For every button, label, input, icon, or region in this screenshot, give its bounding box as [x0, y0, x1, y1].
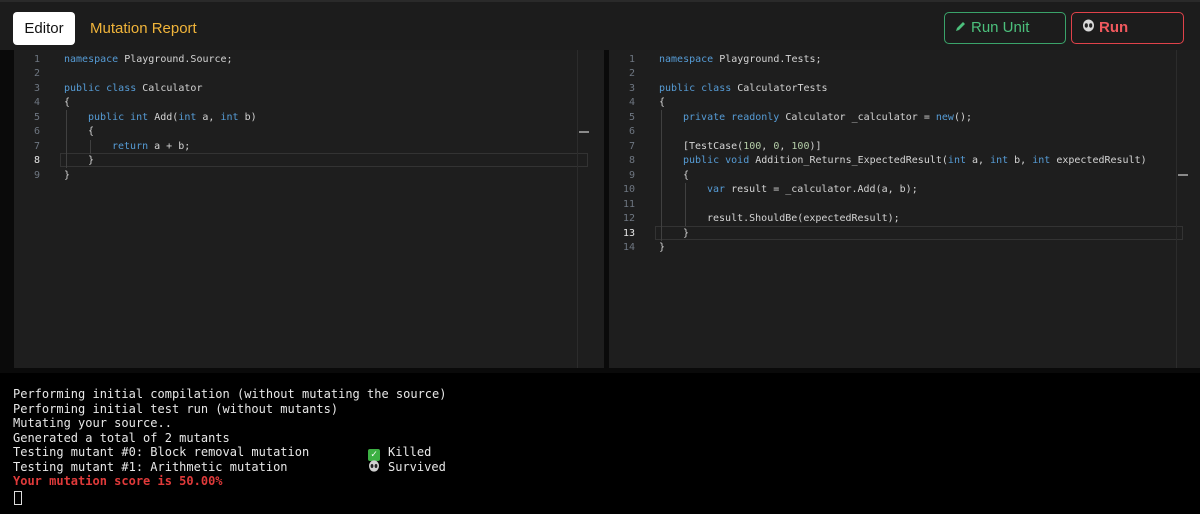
code-line: public void Addition_Returns_ExpectedRes… — [683, 155, 1147, 166]
indent-guide — [685, 183, 686, 226]
console-line: Mutating your source.. — [13, 416, 172, 430]
code-line: namespace Playground.Source; — [64, 54, 233, 65]
mutant-status-survived: Survived — [368, 460, 446, 474]
line-number: 4 — [33, 97, 40, 108]
console-line: Performing initial test run (without mut… — [13, 402, 339, 416]
pencil-icon — [955, 13, 967, 43]
console-line: Testing mutant #1: Arithmetic mutation — [13, 460, 288, 474]
overview-ruler-marker — [1178, 174, 1188, 176]
line-number: 10 — [622, 184, 635, 195]
code-line: private readonly Calculator _calculator … — [683, 112, 972, 123]
line-number: 9 — [628, 170, 635, 181]
line-number: 3 — [628, 83, 635, 94]
line-number: 3 — [33, 83, 40, 94]
line-number: 2 — [33, 68, 40, 79]
indent-guide — [661, 110, 662, 241]
code-line: } — [683, 228, 690, 239]
line-number: 1 — [628, 54, 635, 65]
line-number: 4 — [628, 97, 635, 108]
code-line: { — [64, 97, 71, 108]
line-number: 5 — [33, 112, 40, 123]
line-number: 7 — [33, 141, 40, 152]
run-unit-tests-button[interactable]: Run Unit Tests — [944, 12, 1066, 66]
line-number: 2 — [628, 68, 635, 79]
tab-editor[interactable]: Editor — [13, 12, 75, 45]
overview-ruler-marker — [579, 131, 589, 133]
indent-guide — [66, 110, 67, 168]
indent-guide — [90, 140, 91, 154]
console-line: Testing mutant #0: Block removal mutatio… — [13, 445, 310, 459]
run-stryker-button[interactable]: Run Stryker — [1071, 12, 1184, 66]
code-line: public class CalculatorTests — [659, 83, 828, 94]
code-line: { — [659, 97, 666, 108]
code-line: } — [88, 155, 95, 166]
toolbar: Editor Mutation Report Run Unit Tests Ru… — [0, 0, 1200, 66]
code-line: } — [64, 170, 71, 181]
code-line: public class Calculator — [64, 83, 203, 94]
code-line: return a + b; — [112, 141, 191, 152]
line-number: 1 — [33, 54, 40, 65]
test-code-editor[interactable]: 1 2 3 4 5 6 7 8 9 10 11 12 13 14 namespa… — [609, 50, 1200, 368]
console-line: Performing initial compilation (without … — [13, 387, 447, 401]
code-line: result.ShouldBe(expectedResult); — [707, 213, 900, 224]
console-output: Performing initial compilation (without … — [0, 373, 1200, 514]
mutant-status-killed: ✓ Killed — [368, 445, 431, 461]
line-number: 11 — [622, 199, 635, 210]
line-number: 5 — [628, 112, 635, 123]
alien-icon — [368, 460, 380, 472]
line-number: 6 — [33, 126, 40, 137]
line-number: 9 — [33, 170, 40, 181]
line-number-active: 13 — [622, 228, 635, 239]
line-number: 14 — [622, 242, 635, 253]
current-line-highlight — [655, 226, 1183, 240]
mutation-score: Your mutation score is 50.00% — [13, 474, 223, 488]
code-line: { — [683, 170, 690, 181]
code-line: [TestCase(100, 0, 100)] — [683, 141, 822, 152]
current-line-highlight — [60, 153, 588, 167]
console-line: Generated a total of 2 mutants — [13, 431, 230, 445]
alien-icon — [1082, 13, 1095, 43]
code-line: var result = _calculator.Add(a, b); — [707, 184, 918, 195]
line-number: 12 — [622, 213, 635, 224]
code-line: public int Add(int a, int b) — [88, 112, 257, 123]
line-number: 6 — [628, 126, 635, 137]
source-code-editor[interactable]: 1 2 3 4 5 6 7 8 9 namespace Playground.S… — [14, 50, 604, 368]
scrollbar[interactable] — [1176, 50, 1188, 368]
line-number-active: 8 — [33, 155, 40, 166]
scrollbar[interactable] — [577, 50, 589, 368]
code-line: } — [659, 242, 666, 253]
terminal-cursor — [14, 491, 22, 505]
code-line: namespace Playground.Tests; — [659, 54, 822, 65]
tab-mutation-report[interactable]: Mutation Report — [90, 12, 197, 45]
line-number: 7 — [628, 141, 635, 152]
line-number: 8 — [628, 155, 635, 166]
code-line: { — [88, 126, 95, 137]
